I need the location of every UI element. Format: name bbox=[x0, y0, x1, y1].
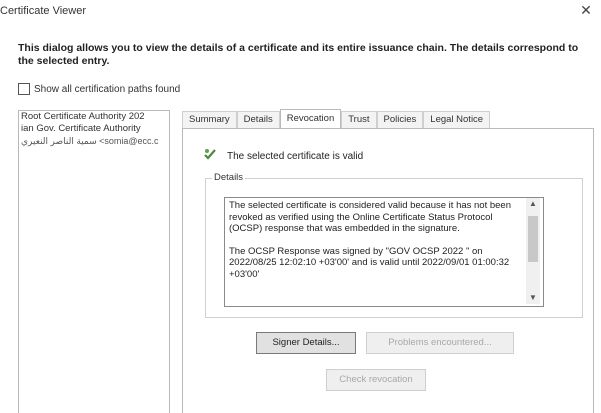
problems-encountered-button[interactable]: Problems encountered... bbox=[366, 332, 514, 354]
details-textbox[interactable]: The selected certificate is considered v… bbox=[224, 197, 544, 307]
tab-trust[interactable]: Trust bbox=[341, 111, 377, 128]
details-group-label: Details bbox=[212, 172, 246, 183]
valid-certificate-icon bbox=[203, 147, 217, 166]
intro-text: This dialog allows you to view the detai… bbox=[18, 42, 579, 67]
show-all-paths-checkbox[interactable] bbox=[18, 83, 30, 95]
scroll-thumb[interactable] bbox=[528, 216, 538, 262]
scroll-down-icon[interactable]: ▼ bbox=[526, 292, 540, 304]
details-paragraph-1: The selected certificate is considered v… bbox=[229, 200, 511, 234]
window-title: Certificate Viewer bbox=[0, 5, 86, 17]
signer-details-button[interactable]: Signer Details... bbox=[256, 332, 356, 354]
check-revocation-button[interactable]: Check revocation bbox=[326, 369, 426, 391]
tab-legal-notice[interactable]: Legal Notice bbox=[423, 111, 491, 128]
show-all-paths-label: Show all certification paths found bbox=[34, 83, 181, 95]
certificate-chain-list[interactable]: Root Certificate Authority 202 ian Gov. … bbox=[18, 110, 170, 413]
chain-item-intermediate[interactable]: ian Gov. Certificate Authority bbox=[19, 123, 169, 135]
tab-revocation[interactable]: Revocation bbox=[279, 109, 342, 128]
tab-details[interactable]: Details bbox=[236, 111, 280, 128]
chain-item-signer[interactable]: سمية الناصر النعيري <somia@ecc.c bbox=[19, 135, 169, 147]
close-icon[interactable]: ✕ bbox=[579, 3, 593, 17]
details-paragraph-2: The OCSP Response was signed by "GOV OCS… bbox=[229, 245, 510, 280]
tab-bar: Summary Details Revocation Trust Policie… bbox=[182, 109, 491, 128]
status-row: The selected certificate is valid bbox=[203, 147, 363, 166]
tab-summary[interactable]: Summary bbox=[182, 111, 237, 128]
details-scrollbar[interactable]: ▲ ▼ bbox=[526, 198, 540, 304]
tab-policies[interactable]: Policies bbox=[376, 111, 424, 128]
show-all-paths-row[interactable]: Show all certification paths found bbox=[18, 83, 180, 95]
scroll-up-icon[interactable]: ▲ bbox=[526, 198, 540, 210]
status-text: The selected certificate is valid bbox=[227, 151, 364, 162]
chain-item-root[interactable]: Root Certificate Authority 202 bbox=[19, 111, 169, 123]
